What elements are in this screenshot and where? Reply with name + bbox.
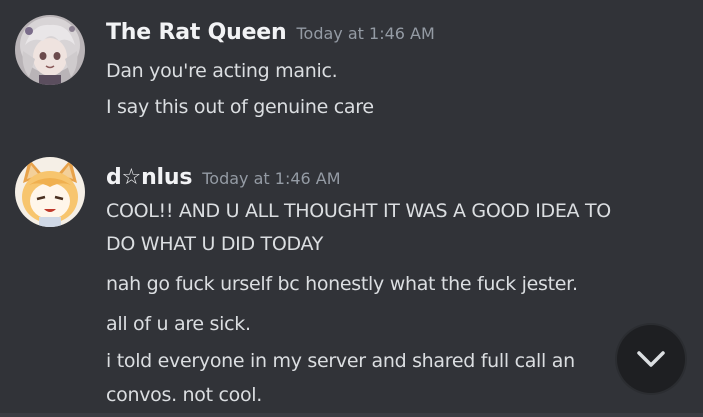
anime-girl-white-hair-avatar-icon [15,15,85,85]
jump-to-present-button[interactable] [617,325,685,393]
timestamp[interactable]: Today at 1:46 AM [296,24,434,43]
user-avatar[interactable] [15,15,85,85]
message-line: all of u are sick. [106,313,251,335]
timestamp[interactable]: Today at 1:46 AM [202,169,340,188]
chevron-down-icon [637,351,665,367]
username[interactable]: d☆nlus [106,165,192,190]
message-line: COOL!! AND U ALL THOUGHT IT WAS A GOOD I… [106,200,611,222]
message-line: convos. not cool. [106,384,263,406]
message-header: The Rat Queen Today at 1:46 AM [106,20,435,45]
message-line: I say this out of genuine care [106,96,374,118]
message-line: i told everyone in my server and shared … [106,350,575,372]
message-line: nah go fuck urself bc honestly what the … [106,273,578,295]
user-avatar[interactable] [15,157,85,227]
anime-cat-ear-girl-avatar-icon [15,157,85,227]
message-header: d☆nlus Today at 1:46 AM [106,165,341,190]
message-line: DO WHAT U DID TODAY [106,233,324,255]
chat-messages: The Rat Queen Today at 1:46 AM Dan you're… [0,0,703,417]
divider [0,413,703,417]
username[interactable]: The Rat Queen [106,20,287,45]
message-line: Dan you're acting manic. [106,60,338,82]
